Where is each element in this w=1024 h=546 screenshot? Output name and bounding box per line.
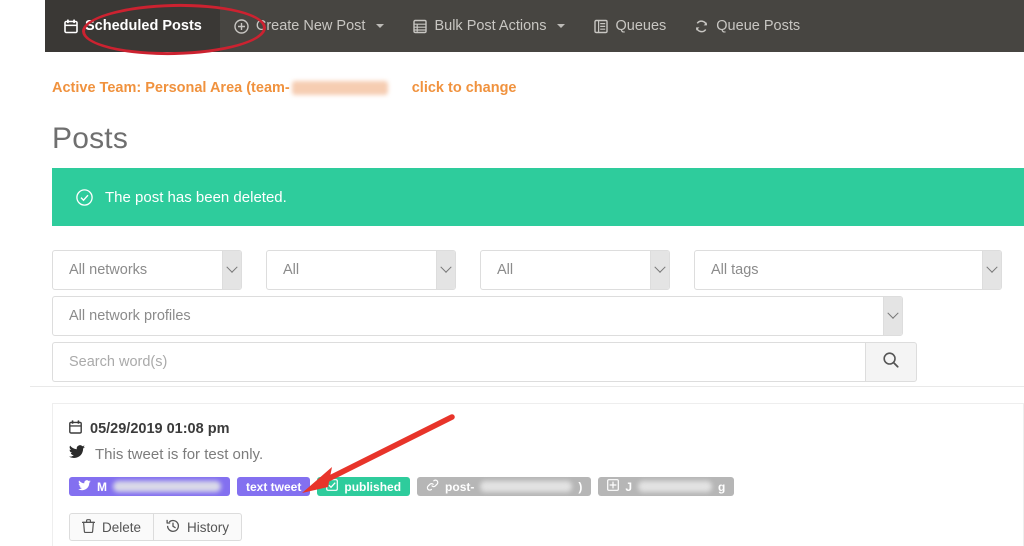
- type-filter-select[interactable]: All: [480, 250, 670, 290]
- queue-badge[interactable]: J g: [598, 477, 735, 496]
- post-list-item: 05/29/2019 01:08 pm This tweet is for te…: [52, 403, 1024, 546]
- network-filter-value: All networks: [69, 262, 148, 278]
- app-page: Scheduled Posts Create New Post Bulk Pos…: [0, 0, 1024, 546]
- active-team-line: Active Team: Personal Area (team- click …: [52, 80, 517, 96]
- queue-list-icon: [593, 19, 608, 34]
- redacted-team-id: [291, 81, 388, 95]
- search-icon: [882, 351, 900, 374]
- tags-filter-select[interactable]: All tags: [694, 250, 1002, 290]
- link-icon: [426, 479, 439, 494]
- post-id-badge[interactable]: post- ): [417, 477, 592, 496]
- alert-message: The post has been deleted.: [105, 188, 287, 206]
- queue-label: J: [625, 479, 633, 494]
- list-rows-icon: [412, 19, 427, 34]
- nav-item-label: Create New Post: [255, 18, 366, 34]
- filters-panel: All networks All All All tags All networ…: [52, 250, 1024, 382]
- network-filter-select[interactable]: All networks: [52, 250, 242, 290]
- history-button-label: History: [187, 519, 230, 535]
- search-row: [52, 342, 1024, 382]
- tags-filter-value: All tags: [711, 262, 759, 278]
- post-id-label: post-: [445, 479, 475, 494]
- nav-item-create-new-post[interactable]: Create New Post: [220, 0, 399, 52]
- chevron-down-icon[interactable]: [650, 251, 669, 289]
- chevron-down-icon: [376, 24, 385, 28]
- chevron-down-icon[interactable]: [436, 251, 455, 289]
- post-content: This tweet is for test only.: [69, 445, 1023, 463]
- grid-plus-icon: [607, 479, 620, 494]
- chevron-down-icon: [557, 24, 566, 28]
- nav-item-bulk-post-actions[interactable]: Bulk Post Actions: [398, 0, 579, 52]
- search-button[interactable]: [865, 342, 917, 382]
- nav-item-label: Queue Posts: [716, 18, 801, 34]
- nav-item-scheduled-posts[interactable]: Scheduled Posts: [45, 0, 220, 52]
- twitter-bird-icon: [78, 479, 91, 494]
- network-account-label: M: [97, 479, 107, 494]
- post-text: This tweet is for test only.: [95, 445, 264, 463]
- redacted-post-id: [480, 481, 573, 492]
- status-label: published: [344, 479, 402, 494]
- type-filter-value: All: [497, 262, 514, 278]
- history-button[interactable]: History: [154, 513, 243, 541]
- post-type-badge[interactable]: text tweet: [237, 477, 311, 496]
- refresh-cycle-icon: [694, 19, 709, 34]
- chevron-down-icon[interactable]: [883, 297, 902, 335]
- post-scheduled-date: 05/29/2019 01:08 pm: [69, 420, 1023, 438]
- nav-item-queue-posts[interactable]: Queue Posts: [680, 0, 814, 52]
- checkbox-icon: [326, 479, 339, 494]
- post-date-text: 05/29/2019 01:08 pm: [90, 421, 230, 437]
- nav-item-label: Bulk Post Actions: [434, 18, 547, 34]
- page-title: Posts: [52, 122, 129, 155]
- status-filter-select[interactable]: All: [266, 250, 456, 290]
- active-team-label: Active Team: Personal Area (team-: [52, 80, 290, 96]
- history-clock-icon: [166, 519, 180, 536]
- nav-item-label: Queues: [615, 18, 667, 34]
- chevron-down-icon[interactable]: [222, 251, 241, 289]
- delete-button-label: Delete: [102, 519, 142, 535]
- post-action-buttons: Delete History: [69, 513, 1023, 541]
- section-divider: [30, 386, 1024, 387]
- status-badge[interactable]: published: [317, 477, 411, 496]
- success-alert: The post has been deleted.: [52, 168, 1024, 226]
- check-circle-icon: [76, 188, 93, 206]
- network-profiles-value: All network profiles: [69, 308, 191, 324]
- plus-circle-icon: [234, 18, 249, 34]
- status-filter-value: All: [283, 262, 300, 278]
- change-team-link[interactable]: click to change: [412, 80, 517, 96]
- redacted-queue-name: [638, 481, 713, 492]
- network-account-badge[interactable]: M: [69, 477, 230, 496]
- chevron-down-icon[interactable]: [982, 251, 1001, 289]
- nav-item-queues[interactable]: Queues: [579, 0, 680, 52]
- calendar-icon: [69, 420, 82, 438]
- calendar-icon: [63, 19, 78, 34]
- network-profiles-select[interactable]: All network profiles: [52, 296, 903, 336]
- post-badges: M text tweet published post- ) J g: [69, 477, 1023, 496]
- main-navbar: Scheduled Posts Create New Post Bulk Pos…: [45, 0, 1024, 52]
- search-input[interactable]: [52, 342, 865, 382]
- post-id-suffix: ): [578, 479, 583, 494]
- redacted-account-name: [113, 481, 221, 492]
- delete-button[interactable]: Delete: [69, 513, 155, 541]
- trash-icon: [81, 518, 96, 536]
- post-type-label: text tweet: [246, 479, 302, 494]
- queue-suffix: g: [718, 479, 726, 494]
- twitter-bird-icon: [69, 445, 85, 463]
- nav-item-label: Scheduled Posts: [85, 18, 202, 34]
